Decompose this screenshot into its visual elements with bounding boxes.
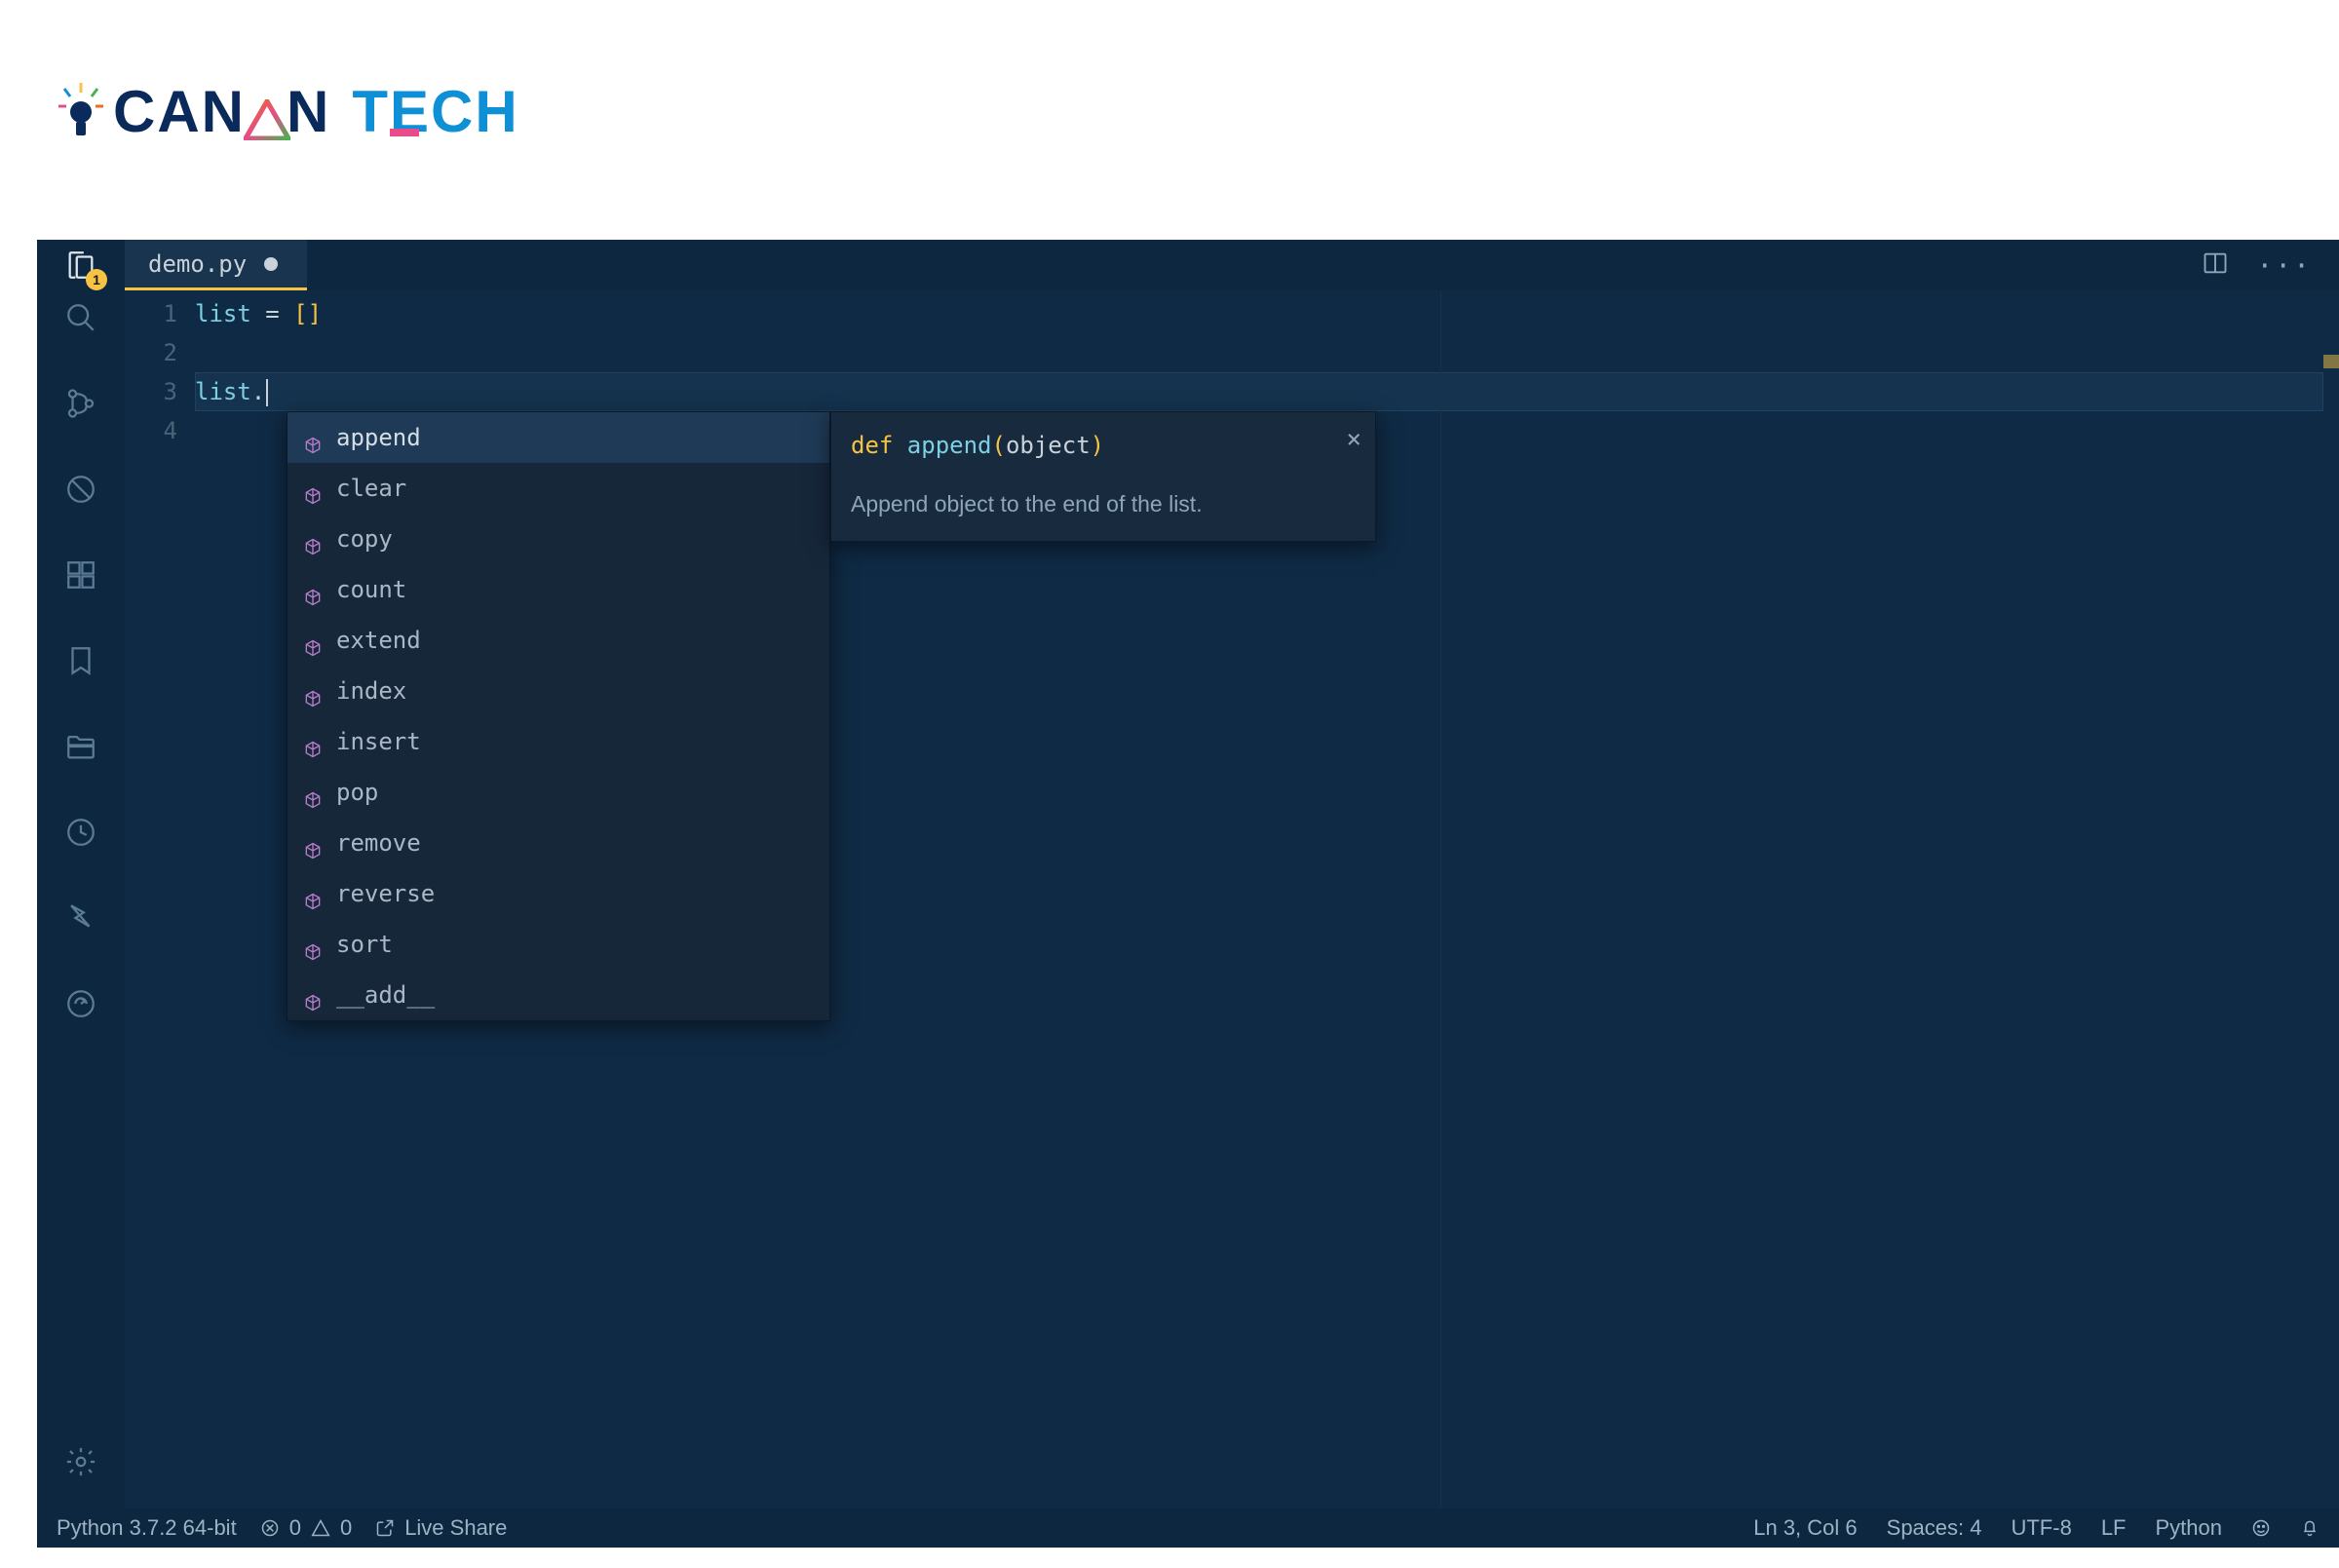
method-icon <box>303 985 323 1005</box>
method-icon <box>303 681 323 701</box>
signature-tooltip: × def append(object) Append object to th… <box>830 411 1376 542</box>
autocomplete-item[interactable]: count <box>288 564 829 615</box>
timeline-icon[interactable] <box>61 813 100 852</box>
autocomplete-item[interactable]: clear <box>288 463 829 514</box>
feedback-smiley-icon[interactable] <box>2251 1518 2271 1538</box>
bell-icon[interactable] <box>2300 1518 2320 1538</box>
debug-icon[interactable] <box>61 470 100 509</box>
close-icon[interactable]: × <box>1346 420 1361 459</box>
status-live-share[interactable]: Live Share <box>375 1515 507 1541</box>
status-cursor-pos[interactable]: Ln 3, Col 6 <box>1753 1515 1857 1541</box>
autocomplete-label: append <box>336 418 421 457</box>
autocomplete-label: count <box>336 570 406 609</box>
triangle-icon <box>244 99 290 140</box>
method-icon <box>303 631 323 650</box>
autocomplete-label: sort <box>336 925 393 964</box>
autocomplete-label: reverse <box>336 874 435 913</box>
autocomplete-label: insert <box>336 722 421 761</box>
feedback-icon[interactable] <box>61 899 100 937</box>
status-python[interactable]: Python 3.7.2 64-bit <box>57 1515 237 1541</box>
method-icon <box>303 884 323 903</box>
autocomplete-item[interactable]: remove <box>288 818 829 868</box>
explorer-badge: 1 <box>86 269 107 290</box>
logo-can: CAN <box>113 79 246 144</box>
code-line[interactable]: list = [] <box>195 294 2323 333</box>
bookmark-icon[interactable] <box>61 641 100 680</box>
method-icon <box>303 428 323 447</box>
share-icon[interactable] <box>61 984 100 1023</box>
autocomplete-label: pop <box>336 773 378 812</box>
method-icon <box>303 935 323 954</box>
autocomplete-item[interactable]: sort <box>288 919 829 970</box>
autocomplete-label: extend <box>336 621 421 660</box>
code-line-active[interactable]: list. <box>195 372 2323 411</box>
status-eol[interactable]: LF <box>2101 1515 2127 1541</box>
autocomplete-item[interactable]: insert <box>288 716 829 767</box>
autocomplete-label: clear <box>336 469 406 508</box>
brand-logo: CAN N TECH <box>58 78 519 145</box>
method-icon <box>303 783 323 802</box>
autocomplete-item[interactable]: reverse <box>288 868 829 919</box>
logo-tech: TECH <box>352 78 518 145</box>
autocomplete-item[interactable]: index <box>288 666 829 716</box>
autocomplete-item[interactable]: copy <box>288 514 829 564</box>
autocomplete-item[interactable]: extend <box>288 615 829 666</box>
editor-pane[interactable]: 1 2 3 4 list = [] list. append clear copy c… <box>125 290 2339 1509</box>
method-icon <box>303 732 323 751</box>
method-icon <box>303 580 323 599</box>
lightbulb-icon <box>58 83 103 141</box>
method-icon <box>303 833 323 853</box>
gear-icon[interactable] <box>61 1442 100 1481</box>
status-spaces[interactable]: Spaces: 4 <box>1887 1515 1982 1541</box>
text-cursor <box>266 379 268 406</box>
autocomplete-label: __add__ <box>336 975 435 1014</box>
autocomplete-label: remove <box>336 823 421 862</box>
unsaved-dot-icon <box>264 257 278 271</box>
tab-bar: 1 demo.py ··· <box>37 240 2339 290</box>
status-errors[interactable]: 0 0 <box>260 1515 353 1541</box>
signature-description: Append object to the end of the list. <box>851 484 1356 523</box>
autocomplete-item[interactable]: __add__ <box>288 970 829 1020</box>
autocomplete-label: copy <box>336 519 393 558</box>
autocomplete-item[interactable]: pop <box>288 767 829 818</box>
folder-icon[interactable] <box>61 727 100 766</box>
autocomplete-label: index <box>336 671 406 710</box>
code-editor-window: 1 demo.py ··· <box>37 240 2339 1548</box>
status-encoding[interactable]: UTF-8 <box>2011 1515 2071 1541</box>
minimap-highlight <box>2323 355 2339 368</box>
tab-demo-py[interactable]: demo.py <box>125 240 307 290</box>
split-editor-icon[interactable] <box>2202 249 2229 281</box>
code-line[interactable] <box>195 333 2323 372</box>
autocomplete-popup: append clear copy count extend index insert pop… <box>287 411 830 1021</box>
more-actions-icon[interactable]: ··· <box>2256 249 2312 282</box>
tab-label: demo.py <box>148 250 247 278</box>
line-gutter: 1 2 3 4 <box>125 290 195 1509</box>
activity-bar <box>37 290 125 1509</box>
status-bar: Python 3.7.2 64-bit 0 0 Live Share Ln 3,… <box>37 1509 2339 1548</box>
method-icon <box>303 529 323 549</box>
method-icon <box>303 478 323 498</box>
minimap[interactable] <box>2323 290 2339 1509</box>
extensions-icon[interactable] <box>61 555 100 594</box>
source-control-icon[interactable] <box>61 384 100 423</box>
autocomplete-item[interactable]: append <box>288 412 829 463</box>
editor-ruler <box>1440 290 1441 1509</box>
search-icon[interactable] <box>61 298 100 337</box>
status-language[interactable]: Python <box>2156 1515 2223 1541</box>
